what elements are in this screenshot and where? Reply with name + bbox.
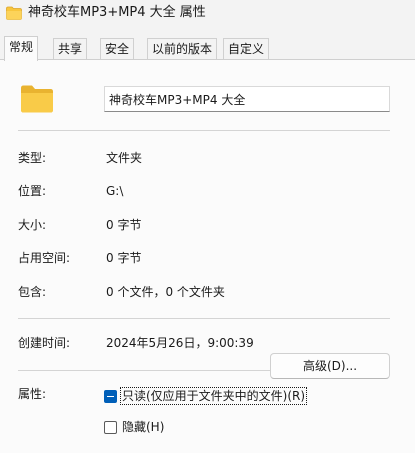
readonly-label: 只读(仅应用于文件夹中的文件)(R): [119, 387, 308, 405]
location-value: G:\: [106, 184, 124, 198]
contains-label: 包含:: [18, 285, 47, 299]
created-label: 创建时间:: [18, 336, 71, 350]
advanced-button[interactable]: 高级(D)...: [270, 353, 390, 379]
tab-sharing[interactable]: 共享: [53, 38, 88, 60]
tab-general[interactable]: 常规: [4, 36, 39, 61]
hidden-checkbox[interactable]: [104, 420, 117, 434]
attributes-label: 属性:: [18, 387, 47, 401]
hidden-checkbox-row[interactable]: 隐藏(H): [104, 418, 165, 436]
size-value: 0 字节: [106, 218, 142, 232]
title-bar: 神奇校车MP3+MP4 大全 属性: [0, 0, 415, 32]
type-value: 文件夹: [106, 151, 143, 165]
folder-name-field[interactable]: [104, 86, 390, 112]
contains-value: 0 个文件，0 个文件夹: [106, 285, 225, 299]
tab-strip: 常规 共享 安全 以前的版本 自定义: [0, 36, 415, 61]
divider: [18, 318, 390, 319]
folder-icon: [21, 85, 53, 113]
tab-previous-versions[interactable]: 以前的版本: [147, 38, 218, 60]
folder-icon: [6, 6, 22, 20]
created-value: 2024年5月26日，9:00:39: [106, 336, 254, 350]
size-label: 大小:: [18, 218, 47, 232]
tab-customize[interactable]: 自定义: [223, 38, 270, 60]
readonly-checkbox-row[interactable]: 只读(仅应用于文件夹中的文件)(R): [104, 387, 308, 405]
location-label: 位置:: [18, 184, 47, 198]
divider: [18, 130, 390, 131]
size-on-disk-value: 0 字节: [106, 251, 142, 265]
general-panel: 类型: 文件夹 位置: G:\ 大小: 0 字节 占用空间: 0 字节 包含: …: [0, 59, 415, 453]
type-label: 类型:: [18, 151, 47, 165]
window-title: 神奇校车MP3+MP4 大全 属性: [28, 5, 206, 20]
tab-security[interactable]: 安全: [100, 38, 135, 60]
hidden-label: 隐藏(H): [122, 420, 165, 434]
readonly-checkbox[interactable]: [104, 389, 117, 403]
size-on-disk-label: 占用空间:: [18, 251, 71, 265]
